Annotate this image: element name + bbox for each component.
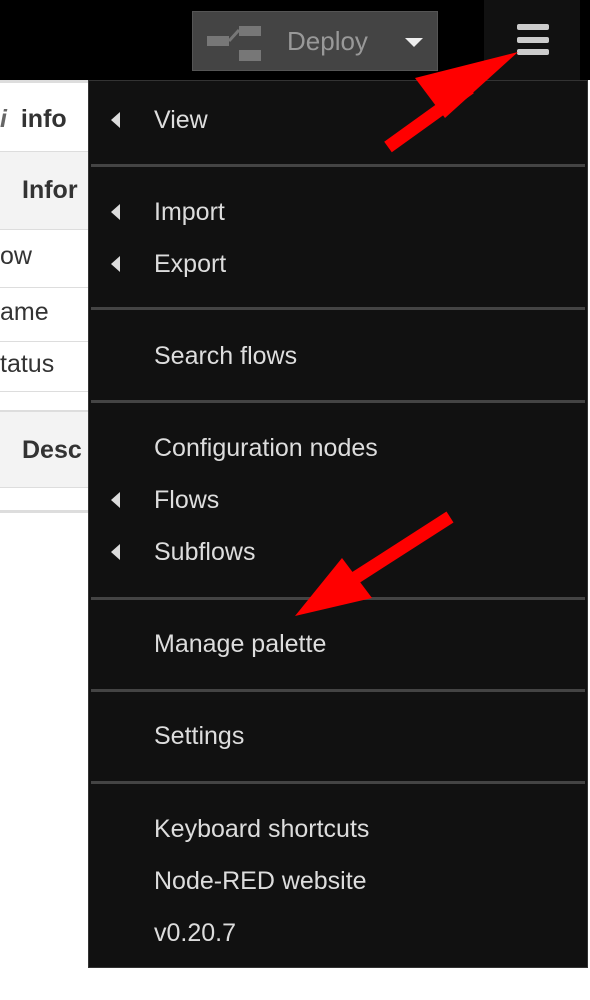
tab-info[interactable]: i info xyxy=(0,80,90,152)
menu-item-manage-palette[interactable]: Manage palette xyxy=(154,630,326,659)
info-icon: i xyxy=(0,105,7,133)
caret-left-icon xyxy=(111,112,120,128)
menu-item-node-red-website[interactable]: Node-RED website xyxy=(154,867,367,896)
menu-item-view[interactable]: View xyxy=(154,106,208,135)
info-sidebar: i info Infor ow ame tatus Desc xyxy=(0,80,90,520)
main-menu: View Import Export Search flows Configur… xyxy=(88,80,588,968)
info-row: ame xyxy=(0,288,90,342)
menu-item-keyboard-shortcuts[interactable]: Keyboard shortcuts xyxy=(154,815,369,844)
divider xyxy=(91,307,585,310)
menu-item-import[interactable]: Import xyxy=(154,198,225,227)
main-menu-button[interactable] xyxy=(484,0,580,80)
hamburger-icon xyxy=(517,24,549,30)
divider xyxy=(91,781,585,784)
deploy-label: Deploy xyxy=(287,26,368,56)
deploy-icon xyxy=(207,26,261,61)
chevron-down-icon[interactable] xyxy=(405,38,423,47)
section-description[interactable]: Desc xyxy=(0,410,90,488)
menu-item-export[interactable]: Export xyxy=(154,250,226,279)
divider xyxy=(91,164,585,167)
caret-left-icon xyxy=(111,492,120,508)
info-row: tatus xyxy=(0,342,90,392)
menu-item-configuration-nodes[interactable]: Configuration nodes xyxy=(154,434,378,463)
caret-left-icon xyxy=(111,256,120,272)
menu-item-search-flows[interactable]: Search flows xyxy=(154,342,297,371)
section-information[interactable]: Infor xyxy=(0,152,90,230)
divider xyxy=(91,400,585,403)
caret-left-icon xyxy=(111,204,120,220)
menu-item-subflows[interactable]: Subflows xyxy=(154,538,255,567)
menu-item-flows[interactable]: Flows xyxy=(154,486,219,515)
caret-left-icon xyxy=(111,544,120,560)
info-row: ow xyxy=(0,230,90,288)
divider xyxy=(91,689,585,692)
deploy-button[interactable]: Deploy xyxy=(192,11,438,71)
header-bar: Deploy xyxy=(0,0,590,80)
menu-item-version: v0.20.7 xyxy=(154,919,237,947)
divider xyxy=(91,597,585,600)
menu-item-settings[interactable]: Settings xyxy=(154,722,244,751)
